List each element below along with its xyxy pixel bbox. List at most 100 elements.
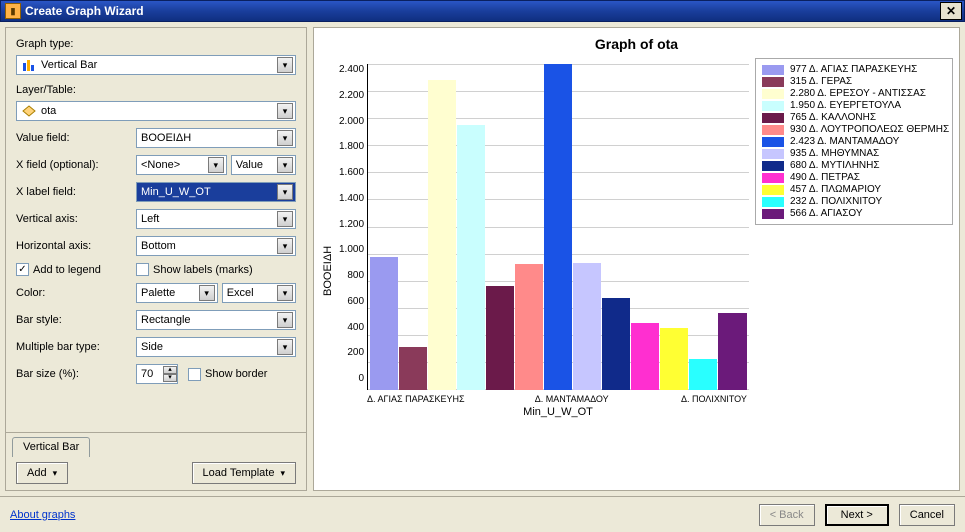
x-field-value-select[interactable]: Value ▾ bbox=[231, 155, 296, 175]
legend-item: 315 Δ. ΓΕΡΑΣ bbox=[762, 76, 946, 87]
content-area: Graph type: Vertical Bar ▾ Layer/Table: … bbox=[0, 22, 965, 496]
legend-label: 2.423 Δ. ΜΑΝΤΑΜΑΔΟΥ bbox=[790, 136, 899, 147]
cancel-button[interactable]: Cancel bbox=[899, 504, 955, 526]
vertical-bar-icon bbox=[21, 57, 37, 73]
legend-swatch bbox=[762, 65, 784, 75]
horizontal-axis-select[interactable]: Bottom ▾ bbox=[136, 236, 296, 256]
x-axis-ticks: Δ. ΑΓΙΑΣ ΠΑΡΑΣΚΕΥΗΣΔ. ΜΑΝΤΑΜΑΔΟΥΔ. ΠΟΛΙΧ… bbox=[367, 390, 749, 404]
legend-label: 490 Δ. ΠΕΤΡΑΣ bbox=[790, 172, 860, 183]
multi-bar-select[interactable]: Side ▾ bbox=[136, 337, 296, 357]
legend-item: 232 Δ. ΠΟΛΙΧΝΙΤΟΥ bbox=[762, 196, 946, 207]
bar-style-select[interactable]: Rectangle ▾ bbox=[136, 310, 296, 330]
add-legend-label: Add to legend bbox=[33, 264, 101, 276]
y-tick: 0 bbox=[358, 373, 364, 384]
color-select[interactable]: Palette ▾ bbox=[136, 283, 218, 303]
legend-label: 232 Δ. ΠΟΛΙΧΝΙΤΟΥ bbox=[790, 196, 882, 207]
next-button[interactable]: Next > bbox=[825, 504, 889, 526]
show-labels-checkbox[interactable] bbox=[136, 263, 149, 276]
legend-item: 2.280 Δ. ΕΡΕΣΟΥ - ΑΝΤΙΣΣΑΣ bbox=[762, 88, 946, 99]
legend-item: 2.423 Δ. ΜΑΝΤΑΜΑΔΟΥ bbox=[762, 136, 946, 147]
bar bbox=[457, 125, 485, 390]
y-tick: 400 bbox=[347, 322, 364, 333]
legend-swatch bbox=[762, 113, 784, 123]
x-label-field-select[interactable]: Min_U_W_OT ▾ bbox=[136, 182, 296, 202]
footer: About graphs < Back Next > Cancel bbox=[0, 496, 965, 532]
legend-label: 1.950 Δ. ΕΥΕΡΓΕΤΟΥΛΑ bbox=[790, 100, 901, 111]
add-legend-checkbox[interactable]: ✓ bbox=[16, 263, 29, 276]
bar bbox=[370, 257, 398, 390]
chevron-down-icon: ▾ bbox=[277, 339, 293, 355]
graph-type-label: Graph type: bbox=[16, 38, 296, 50]
app-icon: ▮ bbox=[5, 3, 21, 19]
bar-size-label: Bar size (%): bbox=[16, 368, 130, 380]
chevron-down-icon: ▾ bbox=[277, 157, 293, 173]
legend-swatch bbox=[762, 125, 784, 135]
bar bbox=[689, 359, 717, 391]
back-button: < Back bbox=[759, 504, 815, 526]
value-field-select[interactable]: ΒΟΟΕΙΔΗ ▾ bbox=[136, 128, 296, 148]
plot-area bbox=[367, 64, 749, 390]
vertical-axis-select[interactable]: Left ▾ bbox=[136, 209, 296, 229]
legend-item: 765 Δ. ΚΑΛΛΟΝΗΣ bbox=[762, 112, 946, 123]
add-button[interactable]: Add bbox=[16, 462, 68, 484]
x-label-field-label: X label field: bbox=[16, 186, 130, 198]
x-axis-label: Min_U_W_OT bbox=[367, 404, 749, 418]
y-tick: 1.800 bbox=[339, 141, 364, 152]
legend-swatch bbox=[762, 149, 784, 159]
legend-label: 935 Δ. ΜΗΘΥΜΝΑΣ bbox=[790, 148, 879, 159]
legend-label: 680 Δ. ΜΥΤΙΛΗΝΗΣ bbox=[790, 160, 880, 171]
layer-label: Layer/Table: bbox=[16, 84, 296, 96]
graph-type-select[interactable]: Vertical Bar ▾ bbox=[16, 55, 296, 75]
form-panel: Graph type: Vertical Bar ▾ Layer/Table: … bbox=[5, 27, 307, 491]
legend-item: 566 Δ. ΑΓΙΑΣΟΥ bbox=[762, 208, 946, 219]
bar bbox=[486, 286, 514, 390]
close-button[interactable]: ✕ bbox=[940, 2, 962, 20]
chevron-down-icon: ▾ bbox=[277, 184, 293, 200]
legend-swatch bbox=[762, 101, 784, 111]
legend-swatch bbox=[762, 197, 784, 207]
spinner-arrows-icon: ▴▾ bbox=[163, 366, 177, 382]
chevron-down-icon: ▾ bbox=[277, 312, 293, 328]
x-tick: Δ. ΜΑΝΤΑΜΑΔΟΥ bbox=[535, 394, 609, 404]
palette-select[interactable]: Excel ▾ bbox=[222, 283, 296, 303]
about-graphs-link[interactable]: About graphs bbox=[10, 509, 75, 521]
chart-title: Graph of ota bbox=[314, 28, 959, 56]
y-axis-ticks: 2.4002.2002.0001.8001.6001.4001.2001.000… bbox=[336, 64, 367, 384]
legend-item: 457 Δ. ΠΛΩΜΑΡΙΟΥ bbox=[762, 184, 946, 195]
layer-icon bbox=[21, 103, 37, 119]
legend-item: 1.950 Δ. ΕΥΕΡΓΕΤΟΥΛΑ bbox=[762, 100, 946, 111]
legend-label: 566 Δ. ΑΓΙΑΣΟΥ bbox=[790, 208, 863, 219]
legend: 977 Δ. ΑΓΙΑΣ ΠΑΡΑΣΚΕΥΗΣ315 Δ. ΓΕΡΑΣ2.280… bbox=[755, 58, 953, 225]
x-field-label: X field (optional): bbox=[16, 159, 130, 171]
bar bbox=[399, 347, 427, 390]
legend-label: 2.280 Δ. ΕΡΕΣΟΥ - ΑΝΤΙΣΣΑΣ bbox=[790, 88, 926, 99]
bar bbox=[515, 264, 543, 390]
y-tick: 200 bbox=[347, 347, 364, 358]
chevron-down-icon: ▾ bbox=[277, 57, 293, 73]
chevron-down-icon: ▾ bbox=[199, 285, 215, 301]
horizontal-axis-label: Horizontal axis: bbox=[16, 240, 130, 252]
load-template-button[interactable]: Load Template bbox=[192, 462, 297, 484]
layer-select[interactable]: ota ▾ bbox=[16, 101, 296, 121]
chevron-down-icon: ▾ bbox=[277, 103, 293, 119]
vertical-axis-label: Vertical axis: bbox=[16, 213, 130, 225]
bar bbox=[631, 323, 659, 390]
chevron-down-icon: ▾ bbox=[208, 157, 224, 173]
legend-label: 457 Δ. ΠΛΩΜΑΡΙΟΥ bbox=[790, 184, 881, 195]
show-border-checkbox[interactable] bbox=[188, 368, 201, 381]
legend-item: 935 Δ. ΜΗΘΥΜΝΑΣ bbox=[762, 148, 946, 159]
y-tick: 1.600 bbox=[339, 167, 364, 178]
legend-item: 490 Δ. ΠΕΤΡΑΣ bbox=[762, 172, 946, 183]
color-label: Color: bbox=[16, 287, 130, 299]
x-tick bbox=[609, 394, 679, 404]
x-tick: Δ. ΠΟΛΙΧΝΙΤΟΥ bbox=[679, 394, 749, 404]
x-field-select[interactable]: <None> ▾ bbox=[136, 155, 227, 175]
multi-bar-label: Multiple bar type: bbox=[16, 341, 130, 353]
window-title: Create Graph Wizard bbox=[25, 4, 940, 18]
y-tick: 1.400 bbox=[339, 193, 364, 204]
legend-swatch bbox=[762, 89, 784, 99]
y-tick: 800 bbox=[347, 270, 364, 281]
tab-vertical-bar[interactable]: Vertical Bar bbox=[12, 437, 90, 457]
legend-swatch bbox=[762, 161, 784, 171]
bar-size-spinner[interactable]: 70 ▴▾ bbox=[136, 364, 178, 384]
